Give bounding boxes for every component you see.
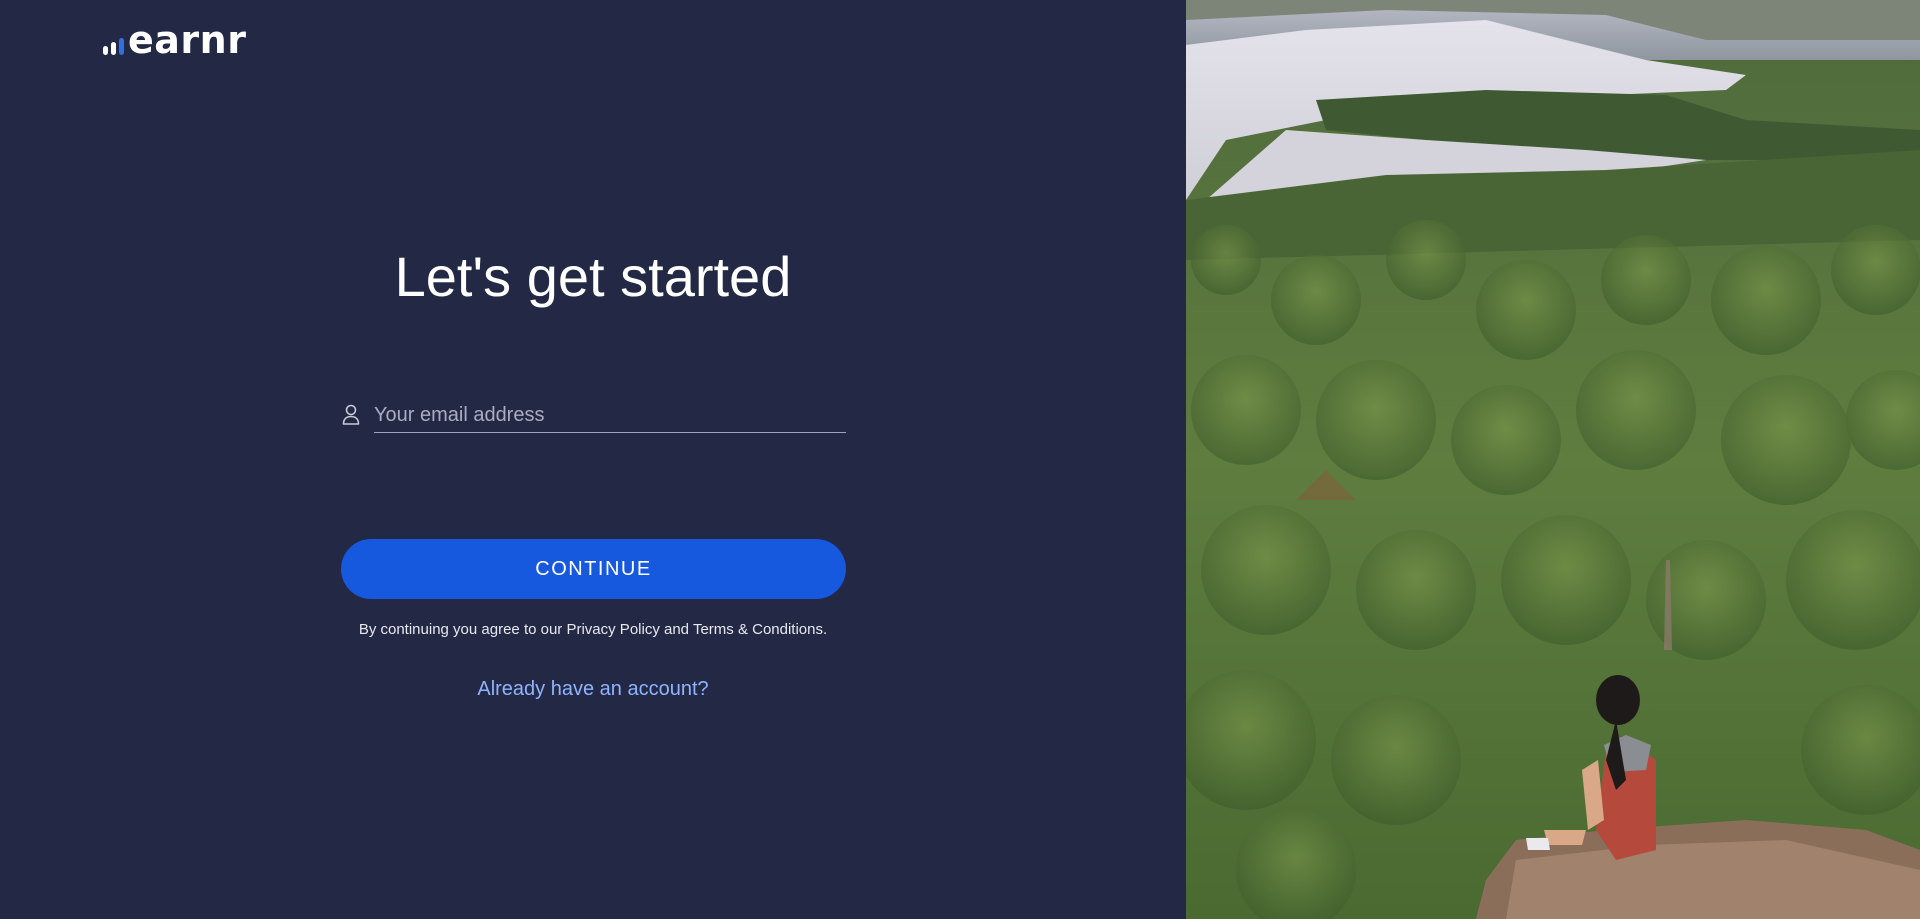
terms-and: and: [664, 621, 690, 638]
forest-lake-photo: [1186, 0, 1920, 919]
terms-suffix: .: [823, 621, 828, 638]
privacy-policy-link[interactable]: Privacy Policy: [566, 621, 659, 638]
login-link[interactable]: Already have an account?: [0, 678, 1186, 701]
terms-conditions-link[interactable]: Terms & Conditions: [693, 621, 823, 638]
hero-image-panel: [1186, 0, 1920, 919]
email-field-row: [341, 398, 846, 434]
earnr-logo[interactable]: earnr: [103, 20, 246, 60]
signup-page: earnr Let's get started CONTINUE By cont…: [0, 0, 1920, 919]
continue-button[interactable]: CONTINUE: [341, 539, 846, 599]
terms-prefix: By continuing you agree to our: [358, 621, 563, 638]
user-icon: [341, 404, 361, 426]
terms-text: By continuing you agree to our Privacy P…: [0, 621, 1186, 638]
page-title: Let's get started: [394, 245, 792, 308]
email-input[interactable]: [374, 398, 846, 433]
logo-text: earnr: [128, 18, 247, 62]
signup-panel: earnr Let's get started CONTINUE By cont…: [0, 0, 1186, 919]
logo-bars-icon: [103, 31, 124, 55]
